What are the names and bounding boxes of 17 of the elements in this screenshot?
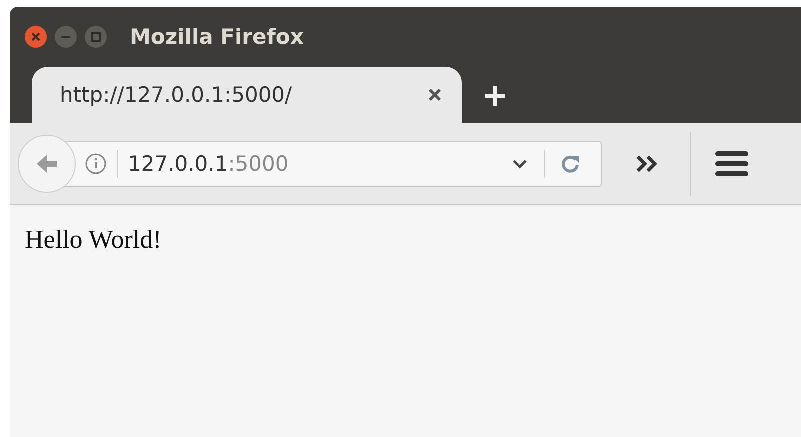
tab-title: http://127.0.0.1:5000/ bbox=[60, 83, 292, 107]
url-host: 127.0.0.1 bbox=[128, 152, 228, 176]
url-port: :5000 bbox=[228, 152, 289, 176]
close-tab-icon[interactable] bbox=[428, 88, 442, 102]
browser-tab[interactable]: http://127.0.0.1:5000/ bbox=[32, 67, 462, 123]
close-button[interactable] bbox=[24, 25, 48, 49]
menu-icon[interactable] bbox=[715, 150, 749, 178]
new-tab-icon[interactable] bbox=[484, 85, 506, 107]
page-text: Hello World! bbox=[25, 225, 162, 254]
minimize-button[interactable] bbox=[54, 25, 78, 49]
maximize-button[interactable] bbox=[84, 25, 108, 49]
window-title: Mozilla Firefox bbox=[130, 25, 304, 49]
reload-icon[interactable] bbox=[561, 154, 581, 174]
dropdown-icon[interactable] bbox=[512, 158, 528, 168]
left-arrow-icon bbox=[35, 152, 59, 174]
overflow-icon[interactable] bbox=[636, 154, 660, 172]
info-icon[interactable] bbox=[85, 152, 107, 174]
